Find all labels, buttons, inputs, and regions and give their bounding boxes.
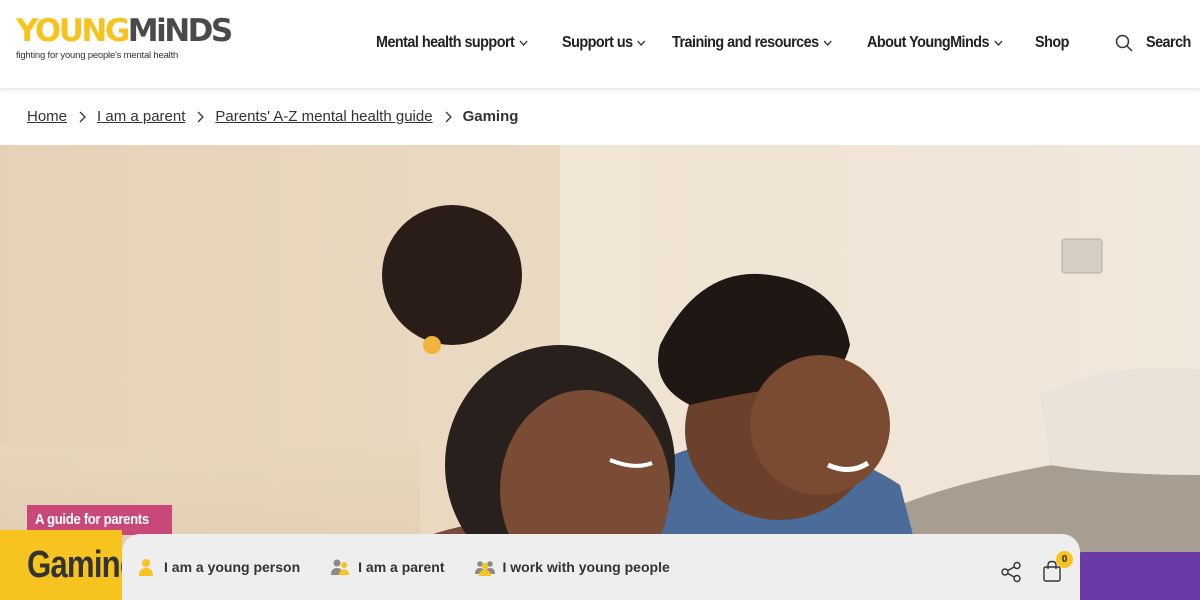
site-header: YOUNGMiNDS fighting for young people's m… (0, 0, 1200, 88)
audience-professional[interactable]: I work with young people (474, 557, 670, 577)
chevron-down-icon (637, 40, 646, 46)
breadcrumb-link-az-guide[interactable]: Parents' A-Z mental health guide (215, 108, 432, 125)
youngminds-logo[interactable]: YOUNGMiNDS fighting for young people's m… (16, 13, 233, 70)
logo-word-minds: MiNDS (127, 13, 233, 49)
logo-word-young: YOUNG (16, 13, 130, 49)
chevron-right-icon (445, 111, 452, 122)
audience-label: I am a parent (358, 559, 445, 575)
chevron-down-icon (823, 40, 832, 46)
audience-label: I work with young people (502, 559, 670, 575)
audience-label: I am a young person (164, 559, 301, 575)
main-nav: Mental health support Support us Trainin… (376, 34, 1072, 52)
chevron-down-icon (993, 40, 1003, 46)
breadcrumb: Home I am a parent Parents' A-Z mental h… (27, 108, 518, 125)
hero-image (0, 145, 1200, 600)
audience-bar: I am a young person I am a parent I work… (122, 534, 1080, 600)
nav-item-label: About YoungMinds (866, 34, 990, 51)
breadcrumb-link-home[interactable]: Home (27, 108, 67, 125)
logo-wordmark: YOUNGMiNDS (16, 13, 233, 49)
breadcrumb-link-parent[interactable]: I am a parent (97, 108, 185, 125)
purple-decoration (1060, 552, 1200, 600)
hero-photo-illustration (0, 145, 1200, 600)
nav-item-label: Mental health support (376, 34, 515, 51)
nav-item-mental-health-support[interactable]: Mental health support (376, 34, 529, 52)
search-icon (1115, 34, 1133, 52)
nav-item-label: Support us (561, 34, 633, 51)
nav-item-label: Shop (1034, 34, 1069, 51)
nav-item-support-us[interactable]: Support us (562, 34, 647, 52)
nav-item-about-youngminds[interactable]: About YoungMinds (867, 34, 1003, 52)
audience-young-person[interactable]: I am a young person (136, 557, 300, 577)
share-icon[interactable] (1000, 561, 1022, 583)
search-button[interactable]: Search (1114, 33, 1196, 53)
chevron-right-icon (197, 111, 205, 122)
breadcrumb-current: Gaming (462, 108, 519, 125)
chevron-down-icon (519, 40, 528, 46)
nav-item-label: Training and resources (672, 34, 819, 51)
nav-item-shop[interactable]: Shop (1035, 34, 1069, 52)
search-label: Search (1146, 34, 1191, 51)
group-icon (474, 561, 495, 576)
nav-item-training-and-resources[interactable]: Training and resources (672, 34, 833, 52)
audience-parent[interactable]: I am a parent (330, 557, 445, 577)
chevron-right-icon (79, 111, 86, 122)
person-icon (139, 559, 153, 576)
logo-tagline: fighting for young people's mental healt… (16, 50, 179, 61)
basket-count-badge: 0 (1056, 551, 1073, 568)
people-icon (331, 559, 350, 575)
